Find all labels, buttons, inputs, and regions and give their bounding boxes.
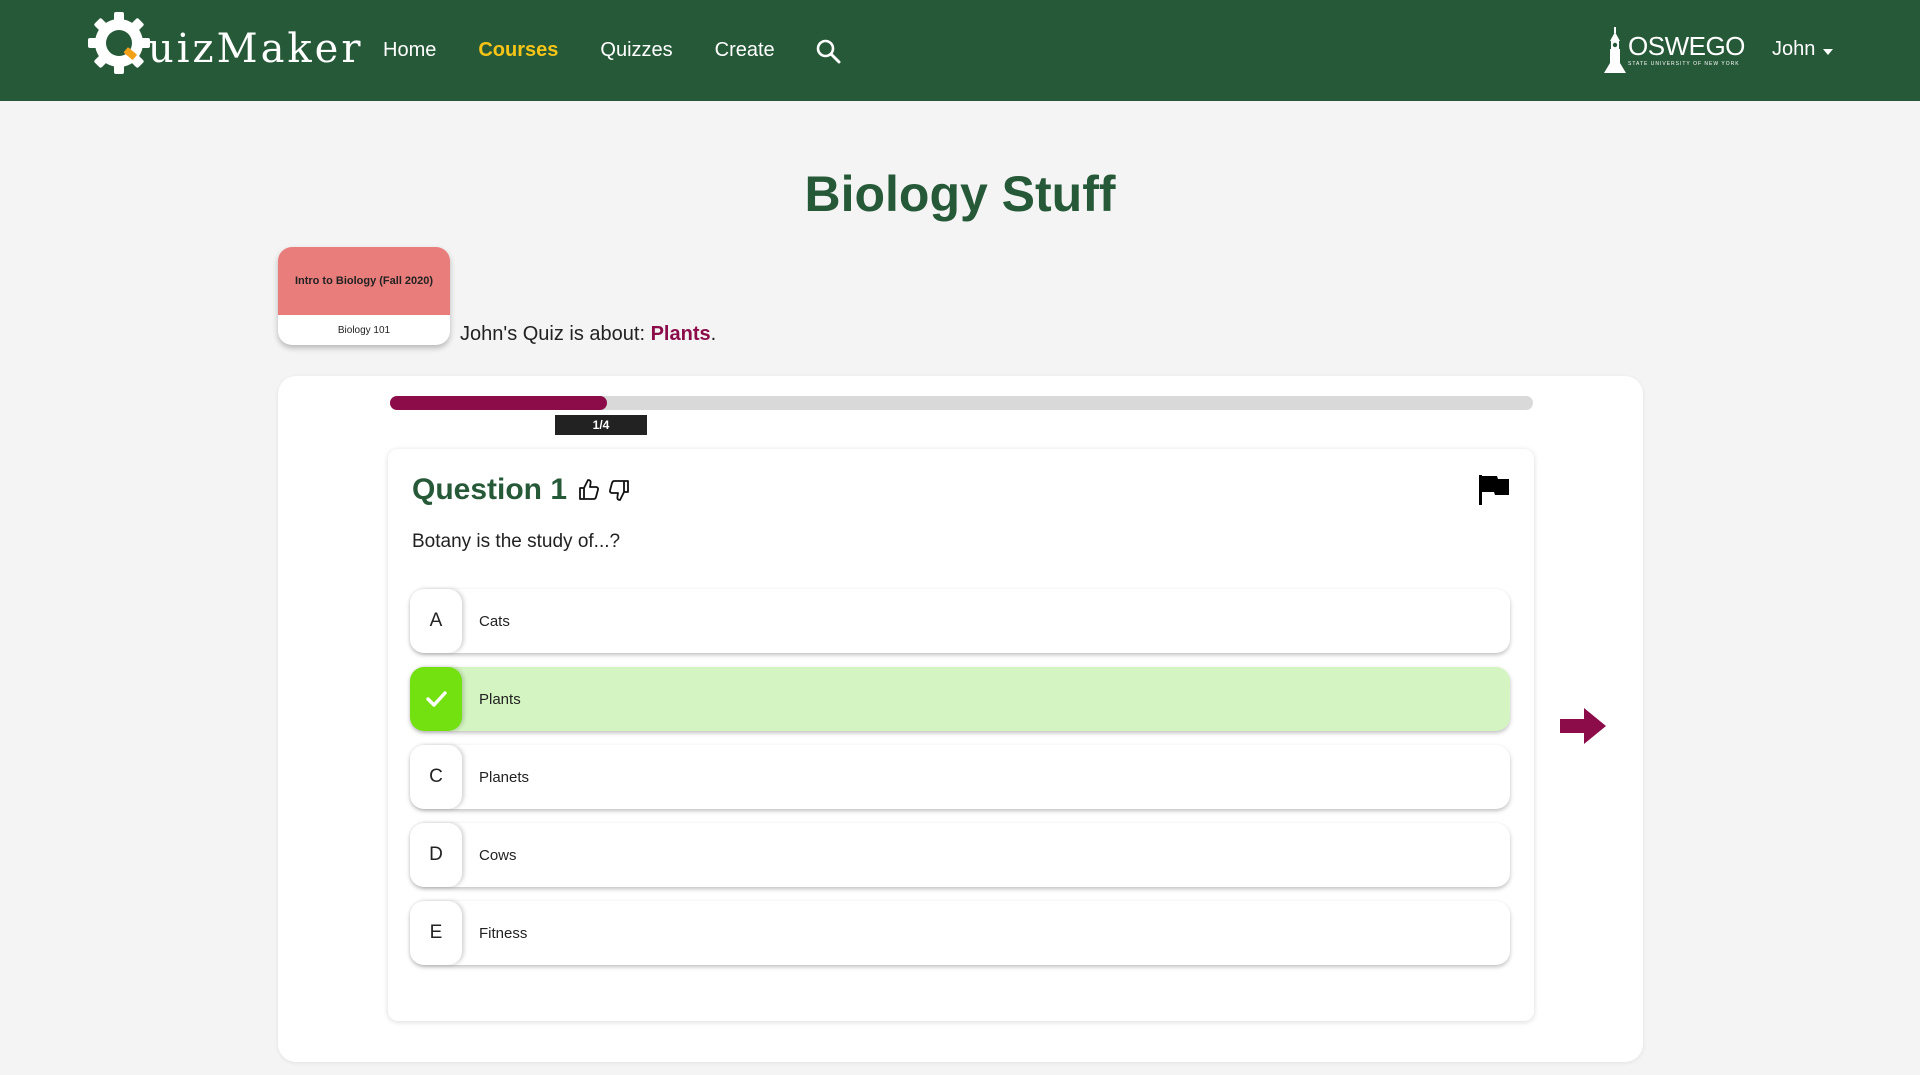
caret-down-icon <box>1823 48 1834 55</box>
logo-text: uizMaker <box>148 26 364 72</box>
progress-bar <box>390 396 1533 410</box>
answer-text: Cats <box>479 612 510 630</box>
user-name: John <box>1772 38 1816 60</box>
course-card-title: Intro to Biology (Fall 2020) <box>278 247 450 315</box>
question-card: Question 1 Botany is the study of...? A … <box>388 449 1534 1021</box>
flag-icon[interactable] <box>1477 473 1511 507</box>
progress-fill <box>390 396 608 410</box>
answer-option-a[interactable]: A Cats <box>410 589 1510 653</box>
question-header: Question 1 <box>412 473 631 507</box>
answer-text: Fitness <box>479 924 528 942</box>
nav-quizzes[interactable]: Quizzes <box>600 39 672 62</box>
answer-text: Cows <box>479 846 517 864</box>
university-subtitle: STATE UNIVERSITY OF NEW YORK <box>1628 61 1740 67</box>
user-menu[interactable]: John <box>1772 38 1834 61</box>
answer-letter: E <box>410 901 462 965</box>
answer-text: Plants <box>479 690 521 708</box>
quiz-about: John's Quiz is about: Plants. <box>460 323 716 346</box>
thumbs-up-icon[interactable] <box>577 478 601 502</box>
answer-option-d[interactable]: D Cows <box>410 823 1510 887</box>
oswego-logo[interactable]: OSWEGO STATE UNIVERSITY OF NEW YORK <box>1604 26 1745 74</box>
answer-option-b[interactable]: Plants <box>410 667 1510 731</box>
quiz-about-suffix: . <box>710 323 717 345</box>
question-prompt: Botany is the study of...? <box>412 531 621 552</box>
gear-logo-icon <box>88 12 150 74</box>
answer-text: Planets <box>479 768 530 786</box>
clock-tower-icon <box>1604 27 1626 73</box>
answer-letter: C <box>410 745 462 809</box>
answer-option-c[interactable]: C Planets <box>410 745 1510 809</box>
top-navbar: uizMaker Home Courses Quizzes Create OSW… <box>0 0 1920 101</box>
course-card-code: Biology 101 <box>337 324 391 336</box>
answer-option-e[interactable]: E Fitness <box>410 901 1510 965</box>
university-name: OSWEGO <box>1628 31 1745 61</box>
nav-courses[interactable]: Courses <box>478 39 558 62</box>
question-title: Question 1 <box>412 473 568 506</box>
next-arrow-icon[interactable] <box>1560 706 1606 746</box>
page-title: Biology Stuff <box>804 166 1116 222</box>
answer-list: A Cats Plants C Planets D Cows E Fitness <box>410 589 1510 979</box>
quizmaker-logo[interactable]: uizMaker <box>86 8 360 78</box>
progress-label: 1/4 <box>555 415 647 435</box>
main-nav: Home Courses Quizzes Create <box>383 0 841 101</box>
quiz-topic: Plants <box>650 323 711 345</box>
course-card[interactable]: Intro to Biology (Fall 2020) Biology 101 <box>278 247 450 345</box>
search-icon[interactable] <box>815 38 841 64</box>
checkmark-icon <box>426 691 447 707</box>
answer-letter: D <box>410 823 462 887</box>
nav-create[interactable]: Create <box>715 39 775 62</box>
answer-selected-badge <box>410 667 462 731</box>
quiz-about-prefix: John's Quiz is about: <box>460 323 651 345</box>
nav-home[interactable]: Home <box>383 39 436 62</box>
thumbs-down-icon[interactable] <box>607 478 631 502</box>
answer-letter: A <box>410 589 462 653</box>
